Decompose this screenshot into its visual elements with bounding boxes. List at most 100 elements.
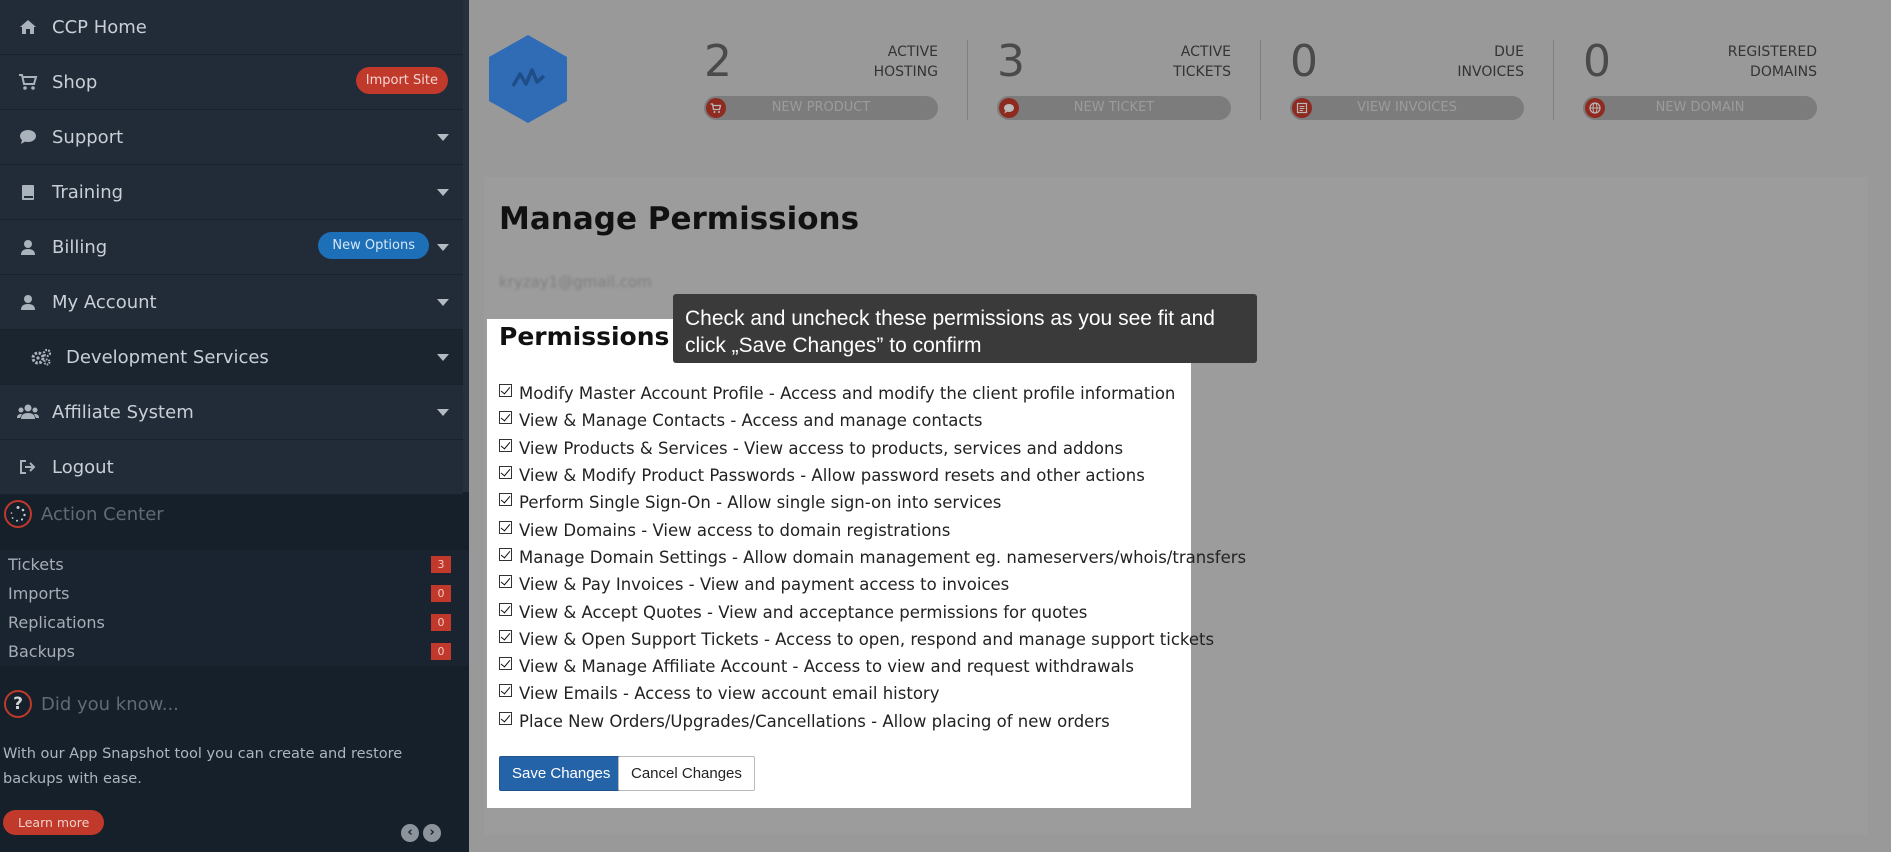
stat-caption: DUE INVOICES <box>1457 42 1524 82</box>
new-domain-button[interactable]: NEW DOMAIN <box>1583 96 1817 120</box>
permission-row: Perform Single Sign-On - Allow single si… <box>499 489 1246 516</box>
user-icon <box>17 291 39 313</box>
permission-checkbox[interactable] <box>499 547 512 561</box>
stat-active-hosting: 2 ACTIVE HOSTING NEW PRODUCT <box>704 36 938 121</box>
permission-checkbox[interactable] <box>499 575 512 589</box>
view-invoices-button[interactable]: VIEW INVOICES <box>1290 96 1524 120</box>
sidebar-item-label: Support <box>52 126 124 148</box>
permissions-list: Modify Master Account Profile - Access a… <box>499 380 1246 735</box>
did-you-know-header: ? Did you know... <box>0 690 469 718</box>
list-item-label: Replications <box>8 613 105 632</box>
new-product-button[interactable]: NEW PRODUCT <box>704 96 938 120</box>
permission-label: View & Accept Quotes - View and acceptan… <box>519 602 1088 622</box>
logout-icon <box>17 456 39 478</box>
permission-label: View & Open Support Tickets - Access to … <box>519 629 1215 649</box>
permission-checkbox[interactable] <box>499 411 512 425</box>
stat-action-label: NEW TICKET <box>1073 100 1155 115</box>
stat-caption-line: REGISTERED <box>1727 44 1817 60</box>
permission-row: View & Manage Affiliate Account - Access… <box>499 653 1246 680</box>
permission-checkbox[interactable] <box>499 711 512 725</box>
import-site-button[interactable]: Import Site <box>355 67 448 94</box>
permission-row: View Products & Services - View access t… <box>499 435 1246 462</box>
invoice-icon <box>1292 98 1312 118</box>
cancel-changes-button[interactable]: Cancel Changes <box>618 756 755 791</box>
sidebar-item-label: Shop <box>52 71 98 93</box>
sidebar-item-logout[interactable]: Logout <box>0 440 463 495</box>
sidebar-item-label: Development Services <box>66 346 269 368</box>
permission-checkbox[interactable] <box>499 493 512 507</box>
stat-registered-domains: 0 REGISTERED DOMAINS NEW DOMAIN <box>1583 36 1817 121</box>
permission-label: Place New Orders/Upgrades/Cancellations … <box>519 711 1110 731</box>
permission-label: View & Modify Product Passwords - Allow … <box>519 466 1145 486</box>
cart-icon <box>17 71 39 93</box>
book-icon <box>17 181 39 203</box>
sidebar-item-ccp-home[interactable]: CCP Home <box>0 0 463 55</box>
stat-number: 0 <box>1583 36 1611 87</box>
sidebar-item-affiliate-system[interactable]: Affiliate System <box>0 385 463 440</box>
spinner-icon <box>4 500 32 528</box>
permission-label: Perform Single Sign-On - Allow single si… <box>519 493 1002 513</box>
sidebar-nav: CCP Home Shop Import Site Support Traini… <box>0 0 463 495</box>
permission-checkbox[interactable] <box>499 466 512 480</box>
stat-caption: ACTIVE HOSTING <box>874 42 938 82</box>
permission-row: Manage Domain Settings - Allow domain ma… <box>499 544 1246 571</box>
action-center-title: Action Center <box>41 503 164 525</box>
permission-checkbox[interactable] <box>499 602 512 616</box>
divider <box>1260 40 1261 120</box>
permission-checkbox[interactable] <box>499 520 512 534</box>
permission-row: View & Manage Contacts - Access and mana… <box>499 407 1246 434</box>
permission-checkbox[interactable] <box>499 629 512 643</box>
tooltip-line: Check and uncheck these permissions as y… <box>685 307 1215 330</box>
permission-row: View & Open Support Tickets - Access to … <box>499 626 1246 653</box>
action-center-row-backups[interactable]: Backups 0 <box>0 637 469 666</box>
count-badge: 0 <box>431 585 451 602</box>
permission-checkbox[interactable] <box>499 657 512 671</box>
action-center-list: Tickets 3 Imports 0 Replications 0 Backu… <box>0 550 469 666</box>
learn-more-button[interactable]: Learn more <box>3 810 105 835</box>
permission-checkbox[interactable] <box>499 684 512 698</box>
sidebar-item-my-account[interactable]: My Account <box>0 275 463 330</box>
sidebar-item-shop[interactable]: Shop Import Site <box>0 55 463 110</box>
new-options-badge[interactable]: New Options <box>318 232 429 259</box>
permission-label: View Products & Services - View access t… <box>519 438 1124 458</box>
sidebar-item-development-services[interactable]: Development Services <box>0 330 463 385</box>
permission-checkbox[interactable] <box>499 438 512 452</box>
brand-logo <box>488 34 568 128</box>
chat-icon <box>17 126 39 148</box>
stat-action-label: NEW DOMAIN <box>1655 100 1745 115</box>
chevron-left-icon[interactable]: ‹ <box>401 824 419 842</box>
action-center-row-imports[interactable]: Imports 0 <box>0 579 469 608</box>
stat-due-invoices: 0 DUE INVOICES VIEW INVOICES <box>1290 36 1524 121</box>
sidebar: CCP Home Shop Import Site Support Traini… <box>0 0 469 852</box>
stat-number: 0 <box>1290 36 1318 87</box>
stat-number: 3 <box>997 36 1025 87</box>
permission-row: View & Accept Quotes - View and acceptan… <box>499 598 1246 625</box>
did-you-know-text: With our App Snapshot tool you can creat… <box>3 746 403 787</box>
tip-pager: ‹ › <box>401 824 441 842</box>
sidebar-scrollbar[interactable] <box>463 0 469 492</box>
sidebar-item-support[interactable]: Support <box>0 110 463 165</box>
stat-caption: ACTIVE TICKETS <box>1173 42 1231 82</box>
new-ticket-button[interactable]: NEW TICKET <box>997 96 1231 120</box>
sidebar-item-label: My Account <box>52 291 157 313</box>
permission-label: View & Pay Invoices - View and payment a… <box>519 575 1010 595</box>
list-item-label: Backups <box>8 642 75 661</box>
save-changes-button[interactable]: Save Changes <box>499 756 624 791</box>
permission-row: View & Pay Invoices - View and payment a… <box>499 571 1246 598</box>
stat-caption-line: ACTIVE <box>1180 44 1231 60</box>
list-item-label: Tickets <box>8 555 64 574</box>
chevron-right-icon[interactable]: › <box>423 824 441 842</box>
action-center-row-replications[interactable]: Replications 0 <box>0 608 469 637</box>
count-badge: 0 <box>431 614 451 631</box>
permission-checkbox[interactable] <box>499 384 512 398</box>
user-email: kryzay1@gmail.com <box>499 273 652 291</box>
stat-caption-line: TICKETS <box>1173 64 1231 80</box>
action-center-row-tickets[interactable]: Tickets 3 <box>0 550 469 579</box>
stat-caption: REGISTERED DOMAINS <box>1728 42 1817 82</box>
sidebar-item-training[interactable]: Training <box>0 165 463 220</box>
sidebar-item-billing[interactable]: Billing New Options <box>0 220 463 275</box>
divider <box>1553 40 1554 120</box>
globe-icon <box>1585 98 1605 118</box>
stat-number: 2 <box>704 36 732 87</box>
permissions-card: Permissions Modify Master Account Profil… <box>487 319 1246 808</box>
